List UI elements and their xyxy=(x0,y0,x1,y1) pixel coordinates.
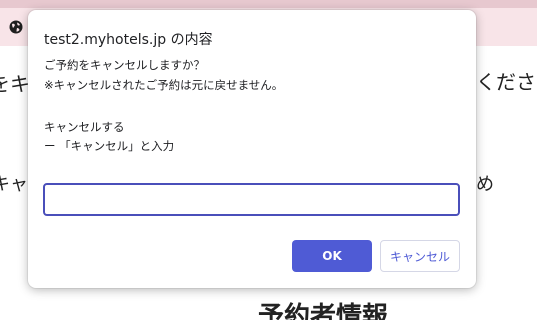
background-text: め xyxy=(476,174,494,195)
prompt-input[interactable] xyxy=(43,183,460,216)
background-text: キャ xyxy=(0,174,28,195)
dialog-title: test2.myhotels.jp の内容 xyxy=(44,32,213,48)
dialog-message-line: ー 「キャンセル」と入力 xyxy=(44,139,175,153)
prompt-dialog: test2.myhotels.jp の内容 ご予約をキャンセルしますか？ ※キャ… xyxy=(28,10,476,288)
dialog-message-line: ※キャンセルされたご予約は元に戻せません。 xyxy=(44,78,284,92)
ok-button[interactable]: OK xyxy=(292,240,372,272)
top-band xyxy=(0,0,537,8)
globe-icon xyxy=(9,20,23,34)
dialog-message-line: ご予約をキャンセルしますか？ xyxy=(44,58,205,72)
dialog-message-line: キャンセルする xyxy=(44,120,125,134)
page: をキャ くださ キャ め 予約者情報 test2.myhotels.jp の内容… xyxy=(0,0,537,320)
background-text: くださ xyxy=(476,70,536,94)
section-heading: 予約者情報 xyxy=(258,302,389,320)
cancel-button[interactable]: キャンセル xyxy=(380,240,460,272)
